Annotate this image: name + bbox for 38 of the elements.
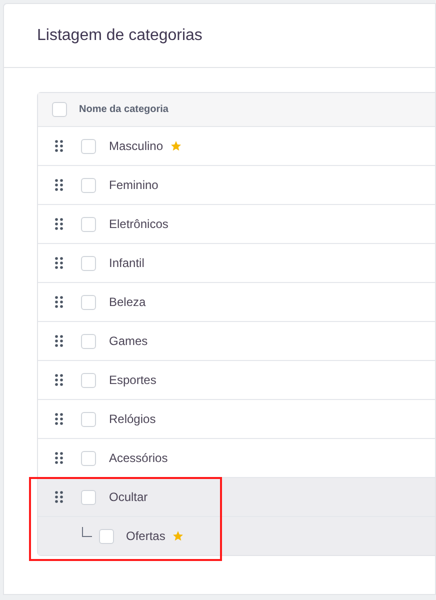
table-row[interactable]: Ofertas (38, 516, 435, 555)
checkbox[interactable] (81, 216, 96, 232)
drag-handle-icon[interactable] (55, 257, 63, 269)
category-name: Infantil (109, 255, 144, 272)
category-name: Relógios (109, 411, 156, 428)
category-name: Eletrônicos (109, 216, 168, 233)
drag-handle-icon[interactable] (55, 413, 63, 425)
category-name: Ocultar (109, 489, 148, 506)
table-row[interactable]: Ocultar (38, 477, 435, 516)
category-name: Masculino (109, 138, 164, 155)
category-name: Beleza (109, 294, 146, 311)
checkbox[interactable] (81, 256, 96, 270)
checkbox[interactable] (81, 178, 96, 192)
drag-handle-icon[interactable] (55, 335, 63, 347)
checkbox[interactable] (81, 450, 96, 466)
drag-handle-icon[interactable] (55, 296, 63, 308)
column-header: Nome da categoria (79, 103, 168, 117)
tree-branch-icon (82, 527, 92, 537)
drag-handle-icon[interactable] (55, 218, 63, 230)
checkbox[interactable] (81, 334, 96, 348)
category-name: Feminino (109, 177, 158, 194)
checkbox[interactable] (52, 102, 67, 117)
checkbox[interactable] (81, 412, 96, 426)
page-title: Listagem de categorias (37, 26, 202, 46)
category-name: Acessórios (109, 450, 168, 467)
category-name: Ofertas (126, 528, 166, 545)
drag-handle-icon[interactable] (55, 179, 63, 191)
checkbox[interactable] (81, 294, 96, 310)
checkbox[interactable] (99, 528, 114, 544)
checkbox[interactable] (81, 490, 96, 504)
category-name: Games (109, 333, 148, 350)
drag-handle-icon[interactable] (55, 491, 63, 503)
checkbox[interactable] (81, 138, 96, 154)
category-name: Esportes (109, 372, 156, 389)
drag-handle-icon[interactable] (55, 374, 63, 386)
checkbox[interactable] (81, 372, 96, 388)
drag-handle-icon[interactable] (55, 140, 63, 152)
drag-handle-icon[interactable] (55, 452, 63, 464)
